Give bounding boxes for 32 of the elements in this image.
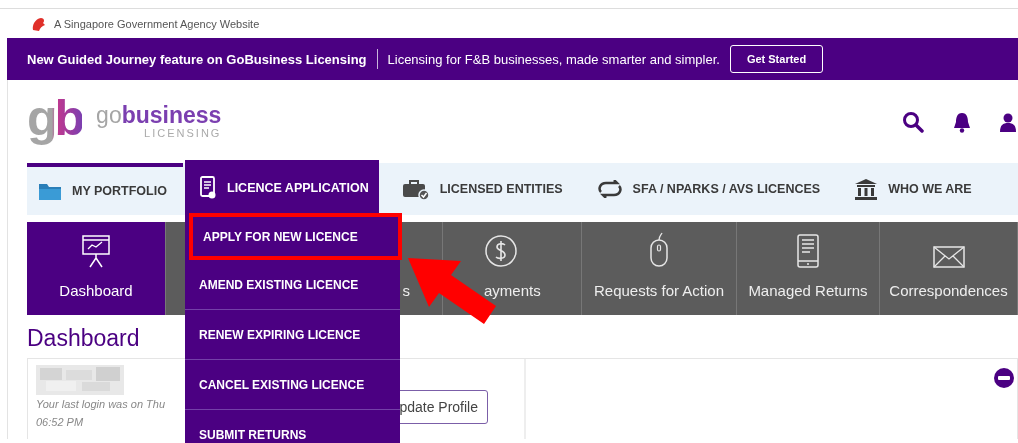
bank-icon: [854, 178, 879, 200]
briefcase-icon: [401, 178, 430, 200]
gov-agency-text: A Singapore Government Agency Website: [54, 17, 260, 30]
logo-tagline: LICENSING: [144, 127, 222, 139]
logo-name: gobusiness: [96, 104, 222, 127]
dashboard-tile[interactable]: Dashboard: [27, 222, 166, 315]
folder-icon: [38, 181, 62, 201]
dashboard-tile[interactable]: Correspondences: [880, 222, 1018, 315]
menu-item[interactable]: APPLY FOR NEW LICENCE: [189, 213, 402, 260]
banner-message: Licensing for F&B businesses, made smarter and simpler.: [387, 51, 720, 67]
page-title: Dashboard: [27, 325, 140, 352]
menu-item[interactable]: CANCEL EXISTING LICENCE: [185, 360, 400, 410]
dashboard-tile[interactable]: Managed Returns: [737, 222, 880, 315]
search-icon[interactable]: [902, 110, 924, 133]
bell-icon[interactable]: [952, 110, 972, 133]
document-icon: [199, 175, 217, 200]
dollar-icon: [484, 234, 518, 268]
nav-tab[interactable]: SFA / NPARKS / AVS LICENCES: [585, 163, 832, 215]
last-login-text: Your last login was on Thu: [36, 397, 166, 412]
collapse-icon[interactable]: [994, 368, 1014, 388]
last-login-time: 06:52 PM: [36, 415, 85, 430]
nav-tab[interactable]: WHO WE ARE: [843, 163, 983, 215]
presentation-board-icon: [81, 234, 111, 268]
user-icon[interactable]: [1000, 111, 1016, 132]
dashboard-tile[interactable]: Requests for Action: [582, 222, 737, 315]
tablet-icon: [796, 234, 820, 268]
get-started-button[interactable]: Get Started: [729, 45, 824, 73]
exchange-arrows-icon: [596, 180, 623, 198]
menu-item[interactable]: RENEW EXPIRING LICENCE: [185, 310, 400, 360]
banner-headline: New Guided Journey feature on GoBusiness Licensing: [27, 51, 367, 67]
envelope-icon: [932, 246, 965, 268]
mouse-icon: [649, 232, 669, 268]
